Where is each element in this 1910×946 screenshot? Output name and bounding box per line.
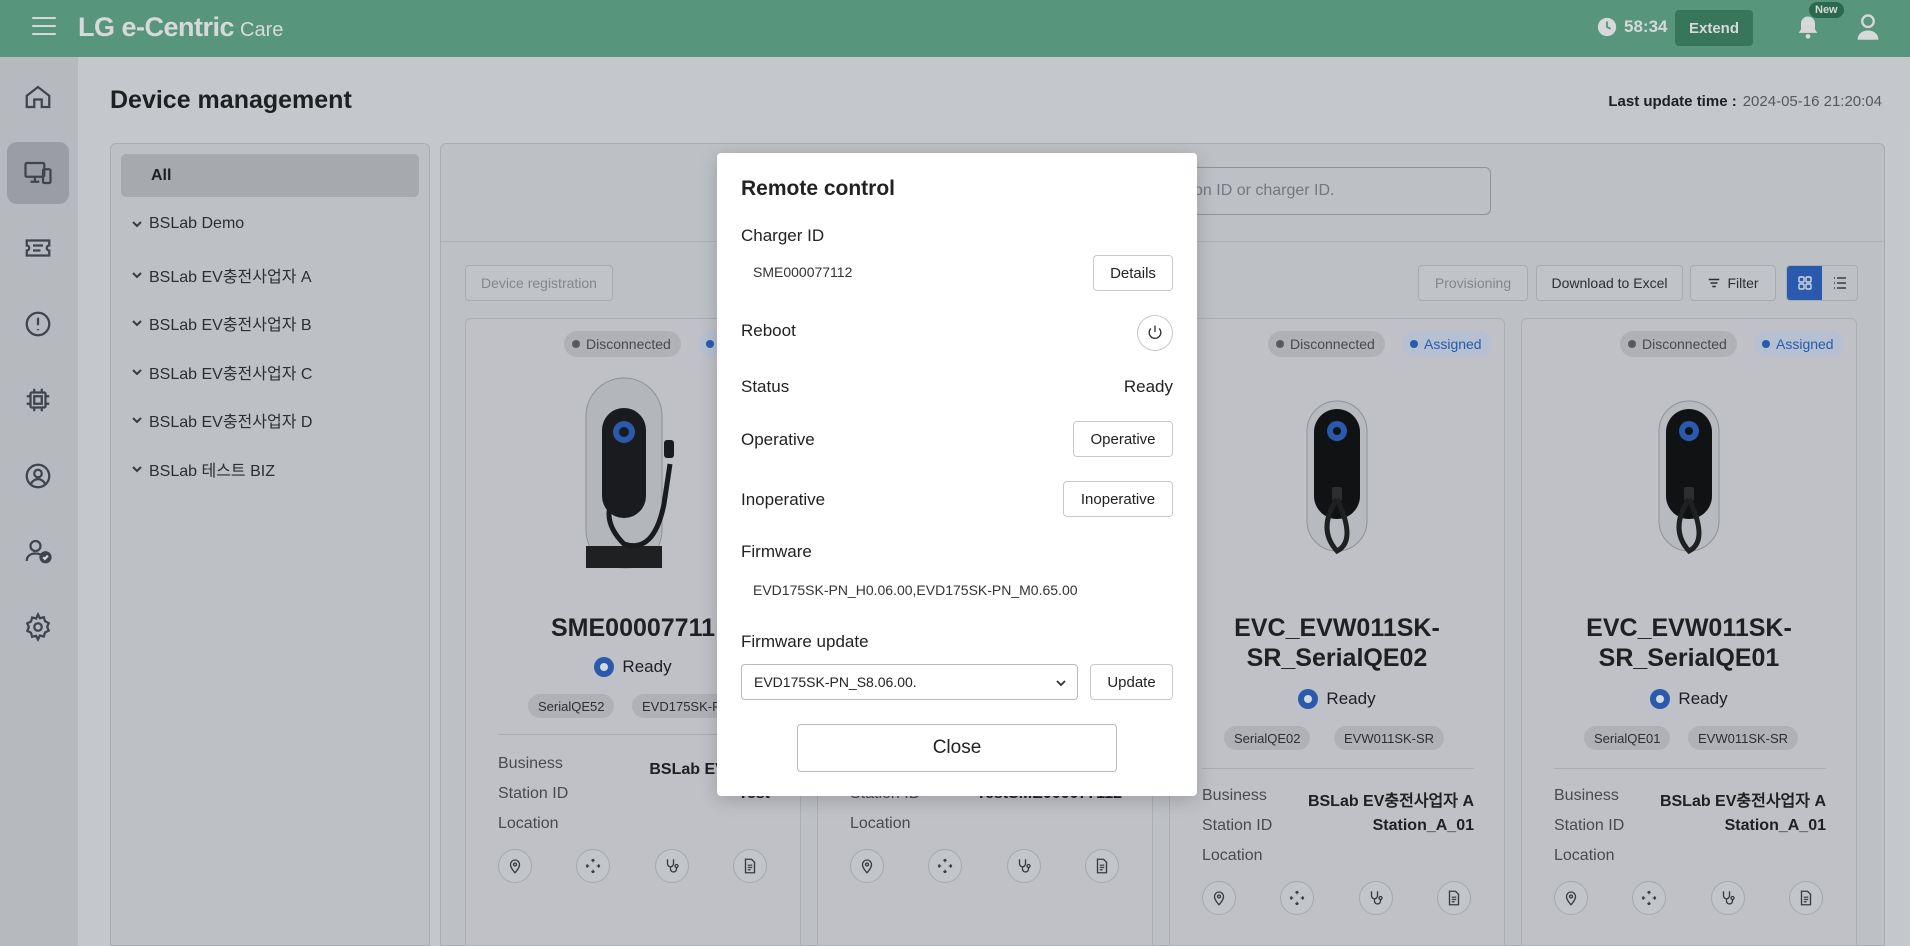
reboot-label: Reboot [741,321,796,340]
firmware-value: EVD175SK-PN_H0.06.00,EVD175SK-PN_M0.65.0… [753,582,1078,598]
operative-button[interactable]: Operative [1073,421,1173,457]
firmware-select-value: EVD175SK-PN_S8.06.00. [754,674,917,690]
modal-title: Remote control [741,177,896,200]
firmware-select[interactable]: EVD175SK-PN_S8.06.00. [741,664,1078,700]
firmware-label: Firmware [741,542,812,561]
power-icon [1148,325,1162,339]
firmware-update-label: Firmware update [741,632,869,651]
status-label: Status [741,377,790,396]
inoperative-button[interactable]: Inoperative [1063,481,1173,517]
operative-label: Operative [741,430,815,449]
status-value: Ready [1123,377,1173,396]
update-button[interactable]: Update [1090,664,1173,700]
close-button[interactable]: Close [797,724,1117,772]
remote-control-modal: Remote control Charger ID SME000077112 D… [717,153,1197,796]
inoperative-label: Inoperative [741,490,826,509]
chevron-down-icon [1056,680,1066,687]
charger-id-label: Charger ID [741,226,825,245]
reboot-button[interactable] [1137,315,1173,351]
details-button[interactable]: Details [1093,255,1173,291]
charger-id-value: SME000077112 [753,264,853,280]
